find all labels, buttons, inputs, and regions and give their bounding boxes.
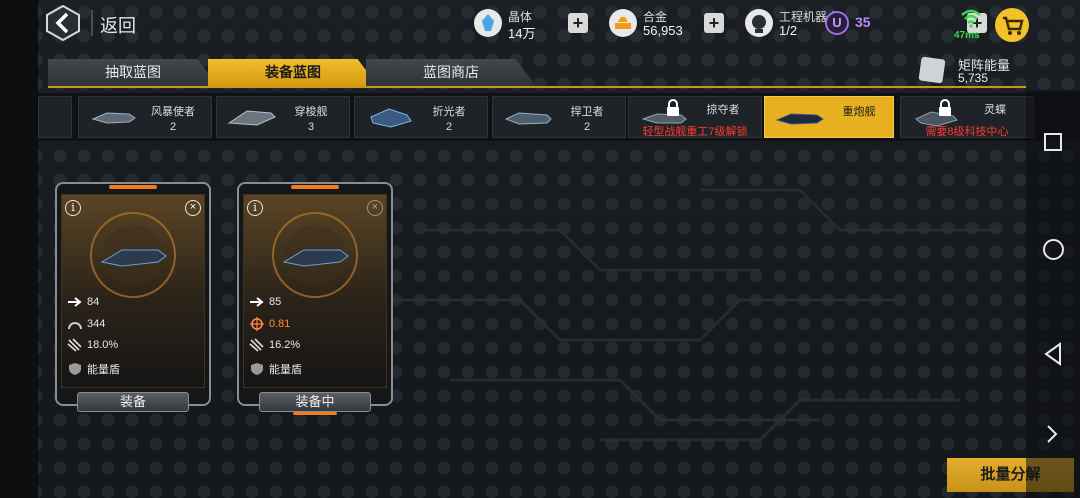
info-icon[interactable]: i <box>247 200 263 216</box>
unlock-requirement: 轻型战舰重工7级解锁 <box>642 126 748 138</box>
u-currency-value: 35 <box>855 14 871 30</box>
robot-value: 1/2 <box>779 23 798 38</box>
crystal-value: 14万 <box>508 26 536 41</box>
ship-thumbnail-icon <box>227 110 276 126</box>
ship-name: 穿梭舰 <box>294 106 328 118</box>
wifi-icon <box>961 9 981 28</box>
blueprint-card-equipped[interactable]: i × 85 0.81 16.2% 能量盾 装备中 <box>237 182 393 415</box>
robot-icon <box>745 9 773 37</box>
tab-equip-blueprint[interactable]: 装备蓝图 <box>208 59 378 86</box>
ship-count: 3 <box>307 121 315 133</box>
shield-icon <box>251 363 263 375</box>
game-screen: 返回 晶体 14万 + 合金 56,953 + 工程机器人 1/2 U 35 +… <box>0 0 1080 498</box>
alloy-icon <box>609 9 637 37</box>
missile-cluster-icon <box>249 338 264 352</box>
matrix-energy: 矩阵能量 5,735 <box>918 54 1028 88</box>
unlock-requirement: 需要8级科技中心 <box>925 126 1009 138</box>
alloy-value: 56,953 <box>643 23 683 38</box>
equipped-indicator <box>293 412 337 415</box>
ship-tile-shuttle[interactable]: 穿梭舰 3 <box>216 96 350 138</box>
recent-apps-icon[interactable] <box>1044 133 1062 151</box>
u-currency-icon: U <box>825 11 849 35</box>
ship-tile-spirit-butterfly-locked[interactable]: 灵蝶 需要8级科技中心 <box>900 96 1034 138</box>
crosshair-icon <box>250 317 264 331</box>
lock-icon <box>667 99 679 116</box>
back-arrow-icon[interactable] <box>46 5 80 41</box>
ship-count: 2 <box>583 121 591 133</box>
shield-icon <box>69 363 81 375</box>
equipped-button[interactable]: 装备中 <box>259 392 371 412</box>
ship-tile-refractor[interactable]: 折光者 2 <box>354 96 488 138</box>
add-crystal-button[interactable]: + <box>568 13 588 33</box>
ship-thumbnail-icon <box>91 112 136 124</box>
lock-icon <box>939 99 951 116</box>
armor-gauge-icon <box>68 322 82 330</box>
ship-count: 2 <box>445 121 453 133</box>
equip-button[interactable]: 装备 <box>77 392 189 412</box>
stat-accuracy: 0.81 <box>249 317 290 333</box>
ship-count: 2 <box>169 121 177 133</box>
back-triangle-icon[interactable] <box>1042 342 1064 366</box>
home-icon[interactable] <box>1043 239 1064 260</box>
crystal-resource: 晶体 14万 <box>474 6 564 42</box>
info-icon[interactable]: i <box>65 200 81 216</box>
stat-speed: 84 <box>67 295 99 311</box>
matrix-energy-value: 5,735 <box>958 71 989 85</box>
tab-blueprint-shop[interactable]: 蓝图商店 <box>366 59 536 86</box>
left-shade <box>0 0 38 498</box>
ship-name: 掠夺者 <box>706 104 740 116</box>
stat-speed: 85 <box>249 295 281 311</box>
ship-tile-storm[interactable]: 风暴使者 2 <box>78 96 212 138</box>
ship-tile-defender[interactable]: 捍卫者 2 <box>492 96 626 138</box>
ship-name: 风暴使者 <box>151 106 195 118</box>
crystal-icon <box>474 9 502 37</box>
speed-arrow-icon <box>68 297 82 307</box>
stat-armor: 344 <box>67 317 105 333</box>
matrix-cube-icon <box>918 56 946 84</box>
back-divider <box>91 10 93 36</box>
card-top-glow <box>291 185 339 189</box>
card-top-glow <box>109 185 157 189</box>
ship-name: 重炮舰 <box>842 106 876 118</box>
tab-draw-blueprint[interactable]: 抽取蓝图 <box>48 59 218 86</box>
stat-firepower: 18.0% <box>67 338 118 354</box>
ship-name: 折光者 <box>432 106 466 118</box>
blueprint-emblem-icon <box>90 212 176 298</box>
ship-name: 灵蝶 <box>984 104 1006 116</box>
chevron-right-icon[interactable] <box>1044 424 1060 444</box>
tab-underline <box>48 86 1026 88</box>
close-icon[interactable]: × <box>185 200 201 216</box>
blueprint-card[interactable]: i × 84 344 18.0% 能量盾 装备 <box>55 182 211 412</box>
blueprint-emblem-icon <box>272 212 358 298</box>
shop-cart-icon[interactable] <box>995 8 1029 42</box>
ship-name: 捍卫者 <box>570 106 604 118</box>
speed-arrow-icon <box>250 297 264 307</box>
missile-cluster-icon <box>67 338 82 352</box>
add-alloy-button[interactable]: + <box>704 13 724 33</box>
ship-tile-partial-left[interactable] <box>38 96 72 138</box>
back-label[interactable]: 返回 <box>100 12 136 38</box>
ping-readout: 47ms <box>954 30 980 41</box>
close-icon: × <box>367 200 383 216</box>
stat-firepower: 16.2% <box>249 338 300 354</box>
ship-tile-plunderer-locked[interactable]: 掠夺者 轻型战舰重工7级解锁 <box>628 96 762 138</box>
ship-thumbnail-icon <box>504 112 552 125</box>
stat-shield-type: 能量盾 <box>249 361 302 377</box>
ship-thumbnail-icon <box>370 108 412 128</box>
ship-tile-heavy-gunship-selected[interactable]: 重炮舰 <box>764 96 894 138</box>
stat-shield-type: 能量盾 <box>67 361 120 377</box>
alloy-resource: 合金 56,953 <box>609 6 701 42</box>
ship-thumbnail-icon <box>775 113 824 125</box>
